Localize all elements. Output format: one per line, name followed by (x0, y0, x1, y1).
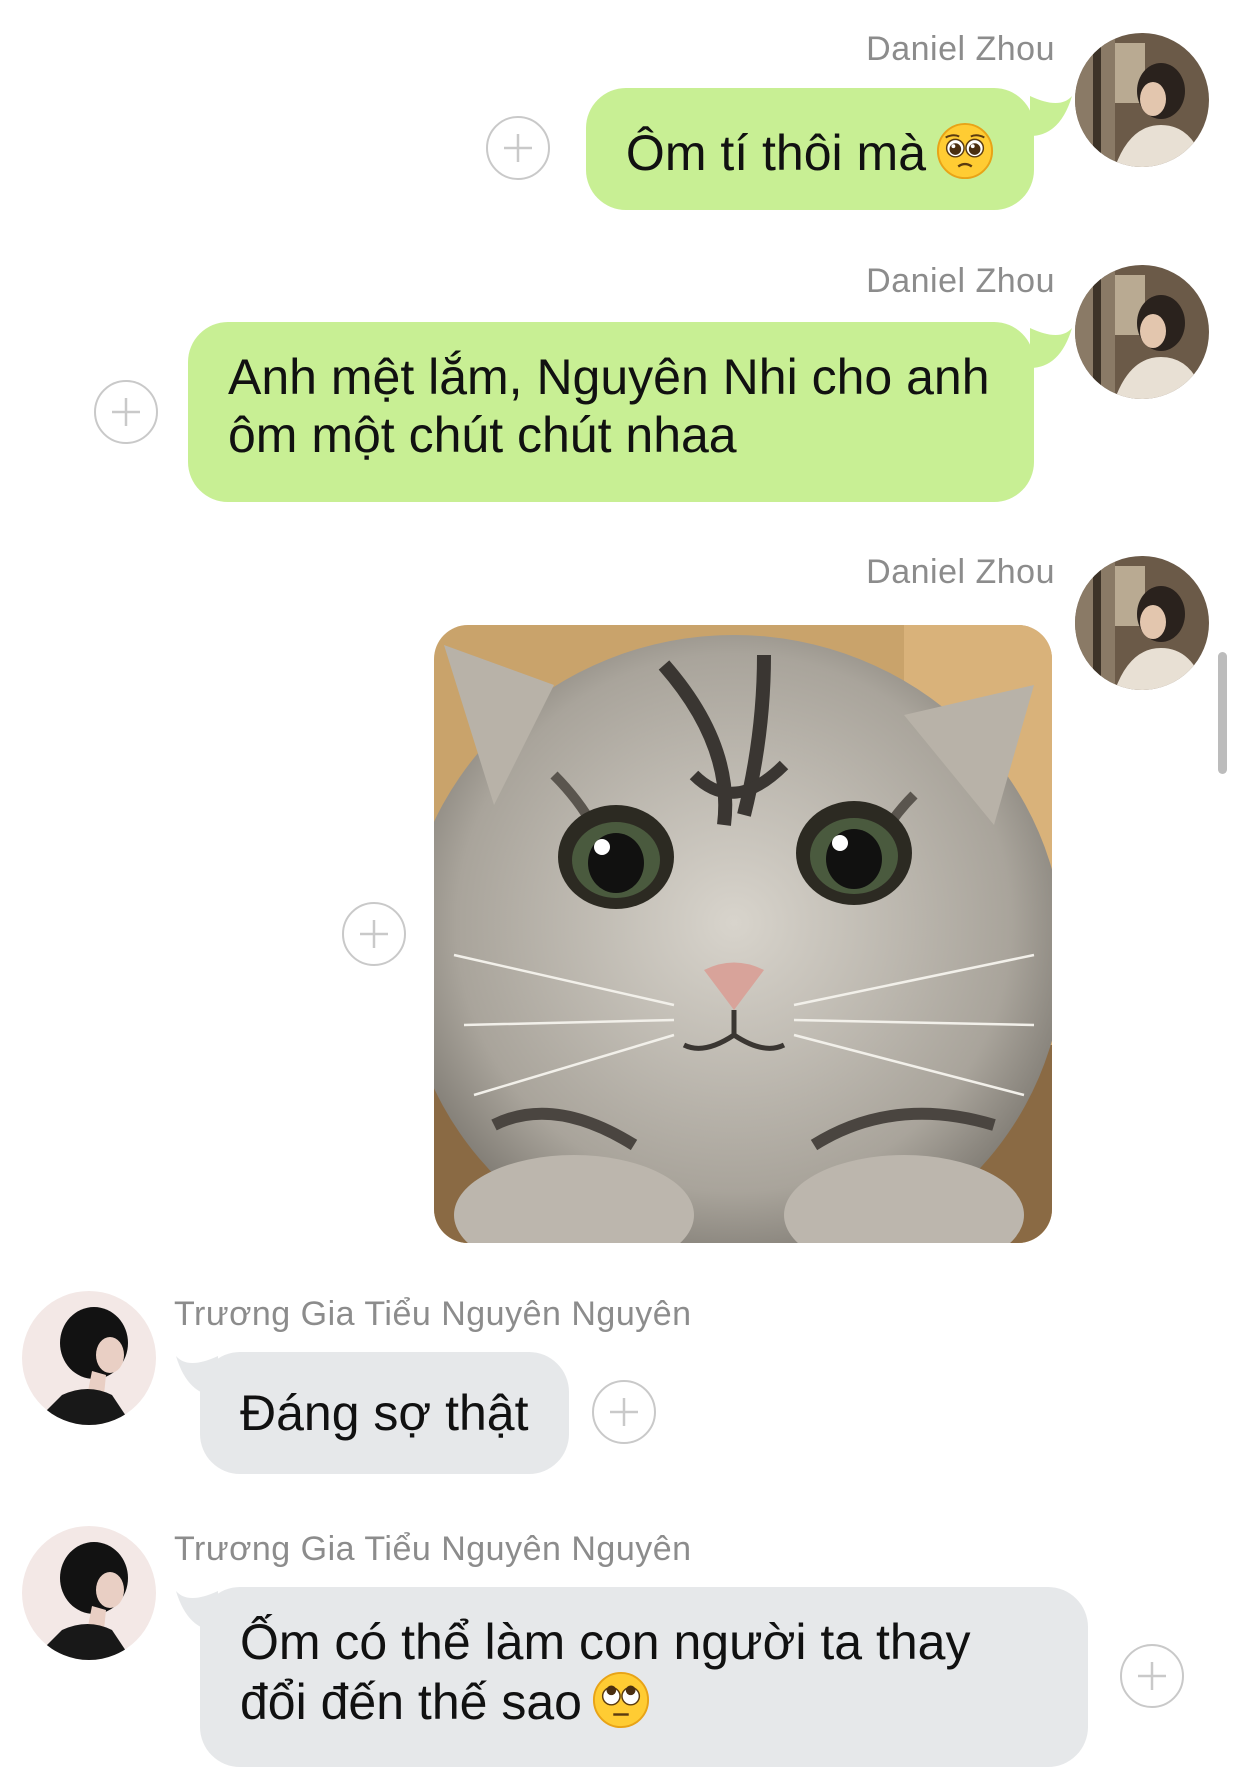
plus-circle-icon (112, 398, 140, 426)
face-with-rolling-eyes-icon (592, 1671, 649, 1729)
avatar-truong-gia-tieu-nguyen-nguyen[interactable] (22, 1291, 156, 1425)
sender-name: Daniel Zhou (866, 553, 1055, 591)
plus-circle-icon (360, 920, 388, 948)
plus-circle-icon (610, 1398, 638, 1426)
bubble-tail (176, 1356, 218, 1396)
add-reaction-button[interactable] (94, 380, 158, 444)
plus-circle-icon (1138, 1662, 1166, 1690)
message-text: Đáng sợ thật (240, 1385, 529, 1441)
avatar-truong-gia-tieu-nguyen-nguyen[interactable] (22, 1526, 156, 1660)
bubble-tail (176, 1591, 218, 1631)
sad-cat-photo[interactable] (434, 625, 1052, 1243)
bubble-tail (1030, 96, 1072, 136)
sender-name: Daniel Zhou (866, 262, 1055, 300)
message-bubble[interactable]: Ốm có thể làm con người ta thay đổi đến … (200, 1587, 1088, 1767)
message-bubble[interactable]: Ôm tí thôi mà (585, 88, 1034, 210)
add-reaction-button[interactable] (1120, 1644, 1184, 1708)
plus-circle-icon (504, 134, 532, 162)
bubble-tail (1030, 328, 1072, 368)
pleading-face-icon (936, 122, 994, 180)
add-reaction-button[interactable] (592, 1380, 656, 1444)
add-reaction-button[interactable] (486, 116, 550, 180)
message-text: Anh mệt lắm, Nguyên Nhi cho anh ôm một c… (228, 349, 990, 463)
add-reaction-button[interactable] (342, 902, 406, 966)
message-bubble[interactable]: Anh mệt lắm, Nguyên Nhi cho anh ôm một c… (188, 322, 1034, 502)
sender-name: Trương Gia Tiểu Nguyên Nguyên (174, 1295, 692, 1333)
sender-name: Daniel Zhou (866, 30, 1055, 68)
message-bubble[interactable]: Đáng sợ thật (200, 1352, 569, 1474)
avatar-daniel-zhou[interactable] (1075, 265, 1209, 399)
scrollbar-thumb[interactable] (1218, 652, 1227, 774)
avatar-daniel-zhou[interactable] (1075, 556, 1209, 690)
avatar-daniel-zhou[interactable] (1075, 33, 1209, 167)
message-text: Ôm tí thôi mà (625, 125, 926, 181)
sender-name: Trương Gia Tiểu Nguyên Nguyên (174, 1530, 692, 1568)
